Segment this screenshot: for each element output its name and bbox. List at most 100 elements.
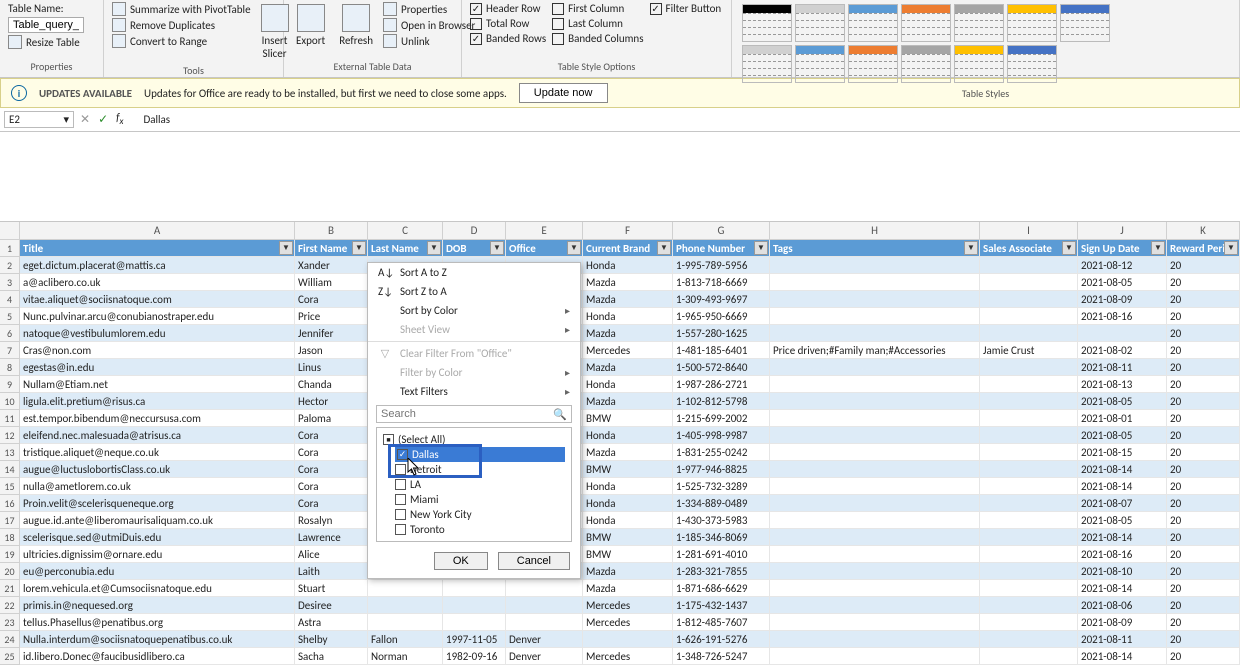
table-header-cell[interactable]: Tags▼ <box>770 240 980 257</box>
row-header[interactable]: 4 <box>0 291 20 308</box>
cell[interactable]: Denver <box>506 648 583 665</box>
cell[interactable]: 1-102-812-5798 <box>673 393 770 410</box>
cell[interactable]: Cora <box>295 427 368 444</box>
cell[interactable]: Proin.velit@scelerisqueneque.org <box>20 495 295 512</box>
col-header-F[interactable]: F <box>583 222 673 240</box>
table-header-cell[interactable]: Office▼ <box>506 240 583 257</box>
cell[interactable]: Astra <box>295 614 368 631</box>
cell[interactable]: Nulla.interdum@sociisnatoquepenatibus.co… <box>20 631 295 648</box>
cell[interactable] <box>770 376 980 393</box>
col-header-H[interactable]: H <box>770 222 980 240</box>
cell[interactable]: 20 <box>1167 291 1240 308</box>
remove-duplicates[interactable]: Remove Duplicates <box>112 18 251 32</box>
col-header-K[interactable]: K <box>1167 222 1240 240</box>
filter-item[interactable]: New York City <box>395 507 565 522</box>
col-header-E[interactable]: E <box>506 222 583 240</box>
cell[interactable]: Mazda <box>583 563 673 580</box>
cell[interactable]: Honda <box>583 257 673 274</box>
row-header[interactable]: 25 <box>0 648 20 665</box>
filter-item[interactable]: Toronto <box>395 522 565 537</box>
formula-value[interactable]: Dallas <box>143 113 170 126</box>
cell[interactable] <box>770 274 980 291</box>
row-header[interactable]: 3 <box>0 274 20 291</box>
table-style-thumb[interactable] <box>954 4 1004 42</box>
filter-dropdown-button[interactable]: ▼ <box>427 241 441 255</box>
cell[interactable]: 1-995-789-5956 <box>673 257 770 274</box>
cell[interactable] <box>770 444 980 461</box>
row-header[interactable]: 24 <box>0 631 20 648</box>
cell[interactable]: Mazda <box>583 325 673 342</box>
opt-header-row[interactable]: ✓Header Row <box>470 2 546 15</box>
filter-ok-button[interactable]: OK <box>434 552 488 570</box>
cell[interactable]: 1-283-321-7855 <box>673 563 770 580</box>
cell[interactable]: Honda <box>583 376 673 393</box>
table-header-cell[interactable]: Current Brand▼ <box>583 240 673 257</box>
cell[interactable] <box>368 597 443 614</box>
cell[interactable] <box>980 444 1078 461</box>
cell[interactable]: 20 <box>1167 274 1240 291</box>
cell[interactable]: 1-626-191-5276 <box>673 631 770 648</box>
cell[interactable]: nulla@ametlorem.co.uk <box>20 478 295 495</box>
row-header[interactable]: 13 <box>0 444 20 461</box>
cell[interactable]: Honda <box>583 495 673 512</box>
cell[interactable]: Mercedes <box>583 614 673 631</box>
cell[interactable]: 2021-08-14 <box>1078 529 1167 546</box>
cell[interactable] <box>770 291 980 308</box>
cell[interactable]: Paloma <box>295 410 368 427</box>
cell[interactable] <box>980 274 1078 291</box>
cell[interactable] <box>770 563 980 580</box>
cell[interactable]: 20 <box>1167 427 1240 444</box>
cell[interactable]: 20 <box>1167 342 1240 359</box>
cell[interactable]: 20 <box>1167 393 1240 410</box>
table-header-cell[interactable]: Last Name▼ <box>368 240 443 257</box>
cell[interactable]: 20 <box>1167 614 1240 631</box>
row-header[interactable]: 14 <box>0 461 20 478</box>
cell[interactable]: 20 <box>1167 563 1240 580</box>
cell[interactable]: 20 <box>1167 495 1240 512</box>
cell[interactable]: 1-185-346-8069 <box>673 529 770 546</box>
cell[interactable] <box>980 478 1078 495</box>
filter-dropdown-button[interactable]: ▼ <box>1224 241 1238 255</box>
filter-dropdown-button[interactable]: ▼ <box>1062 241 1076 255</box>
cell[interactable]: scelerisque.sed@utmiDuis.edu <box>20 529 295 546</box>
cell[interactable] <box>770 308 980 325</box>
table-style-thumb[interactable] <box>848 4 898 42</box>
cell[interactable] <box>443 614 506 631</box>
update-now-button[interactable]: Update now <box>519 83 608 103</box>
cell[interactable] <box>770 257 980 274</box>
col-header-A[interactable]: A <box>20 222 295 240</box>
table-style-thumb[interactable] <box>848 45 898 83</box>
row-header[interactable]: 19 <box>0 546 20 563</box>
cell[interactable]: 2021-08-15 <box>1078 444 1167 461</box>
cell[interactable]: BMW <box>583 546 673 563</box>
cell[interactable]: Fallon <box>368 631 443 648</box>
cell[interactable]: tellus.Phasellus@penatibus.org <box>20 614 295 631</box>
filter-dropdown-button[interactable]: ▼ <box>754 241 768 255</box>
select-all[interactable] <box>0 222 20 240</box>
table-styles-gallery[interactable] <box>740 2 1112 85</box>
table-style-thumb[interactable] <box>954 45 1004 83</box>
cell[interactable]: eleifend.nec.malesuada@atrisus.ca <box>20 427 295 444</box>
cell[interactable]: Cora <box>295 444 368 461</box>
filter-item[interactable]: LA <box>395 477 565 492</box>
cell[interactable] <box>770 614 980 631</box>
cell[interactable]: primis.in@nequesed.org <box>20 597 295 614</box>
cell[interactable] <box>1078 325 1167 342</box>
cell[interactable]: 20 <box>1167 546 1240 563</box>
cell[interactable] <box>443 580 506 597</box>
row-header[interactable]: 20 <box>0 563 20 580</box>
table-style-thumb[interactable] <box>742 45 792 83</box>
cell[interactable]: est.tempor.bibendum@neccursusa.com <box>20 410 295 427</box>
opt-last-col[interactable]: Last Column <box>552 17 643 30</box>
cell[interactable]: Laith <box>295 563 368 580</box>
cell[interactable] <box>980 495 1078 512</box>
cell[interactable]: Mazda <box>583 359 673 376</box>
cell[interactable] <box>443 597 506 614</box>
cell[interactable]: egestas@in.edu <box>20 359 295 376</box>
cell[interactable]: Rosalyn <box>295 512 368 529</box>
cell[interactable]: Cora <box>295 461 368 478</box>
cell[interactable]: 1-965-950-6669 <box>673 308 770 325</box>
filter-dropdown-button[interactable]: ▼ <box>1151 241 1165 255</box>
row-header[interactable]: 8 <box>0 359 20 376</box>
cell[interactable]: Cora <box>295 478 368 495</box>
